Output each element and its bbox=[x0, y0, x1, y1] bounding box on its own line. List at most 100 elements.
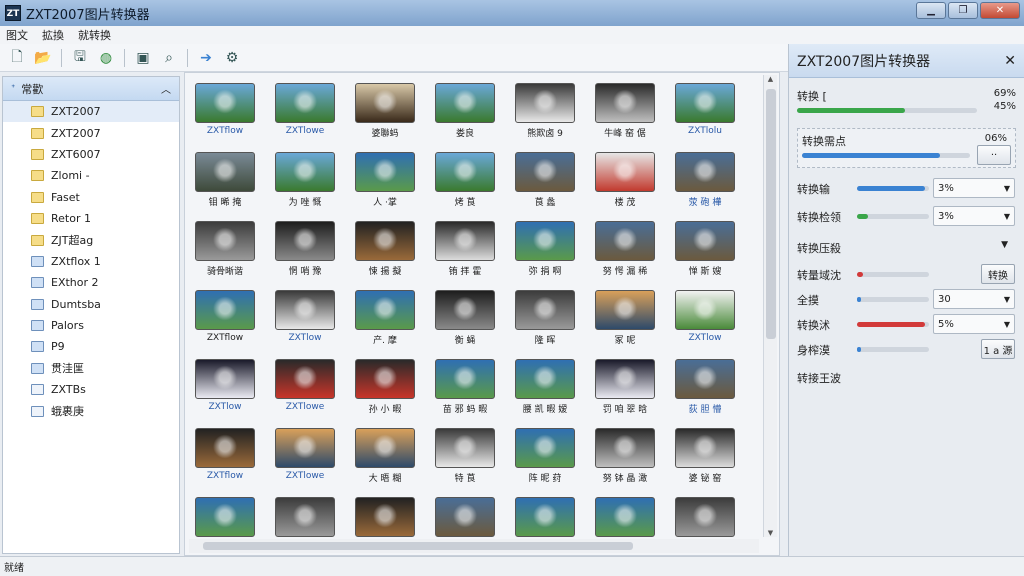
menu-item-1[interactable]: 拡換 bbox=[42, 27, 64, 43]
thumbnail-item[interactable]: 腰 凯 暇 嫒 bbox=[513, 359, 577, 415]
slider-track[interactable] bbox=[857, 272, 929, 277]
thumbnail-item[interactable]: ZXTlowe bbox=[273, 428, 337, 481]
thumbnail-item[interactable]: 努 钵 晶 澉 bbox=[593, 428, 657, 484]
slider-track[interactable] bbox=[857, 347, 929, 352]
horizontal-scrollbar[interactable] bbox=[189, 539, 759, 553]
slider-track[interactable] bbox=[857, 297, 929, 302]
thumbnail-item[interactable]: ZXTflow bbox=[193, 428, 257, 481]
thumbnail-item[interactable]: 铕 拝 霍 bbox=[433, 221, 497, 277]
section-row[interactable]: 转换压殺 ▼ bbox=[797, 240, 1016, 256]
scroll-down-icon[interactable]: ▼ bbox=[764, 529, 777, 537]
thumbnail-item[interactable] bbox=[513, 497, 577, 540]
horizontal-scroll-thumb[interactable] bbox=[203, 542, 633, 550]
tree-item[interactable]: Dumtsba bbox=[3, 294, 179, 315]
thumbnail-item[interactable]: ZXTflow bbox=[193, 290, 257, 343]
thumbnail-item[interactable]: 努 愕 漏 稀 bbox=[593, 221, 657, 277]
thumbnail-item[interactable]: 隆 晖 bbox=[513, 290, 577, 346]
tree-item[interactable]: P9 bbox=[3, 336, 179, 357]
thumbnail-item[interactable]: 骑骨晰谐 bbox=[193, 221, 257, 277]
open-folder-icon[interactable]: 📂 bbox=[32, 47, 54, 69]
menu-item-2[interactable]: 就转换 bbox=[78, 27, 111, 43]
thumbnail-item[interactable]: 楼 茂 bbox=[593, 152, 657, 208]
thumbnail-item[interactable]: 罚 咱 翠 晗 bbox=[593, 359, 657, 415]
thumbnail-item[interactable]: ZXTlow bbox=[193, 359, 257, 412]
globe-icon[interactable]: ◍ bbox=[95, 47, 117, 69]
thumbnail-item[interactable]: ZXTlowe bbox=[273, 359, 337, 412]
thumbnail-item[interactable] bbox=[353, 497, 417, 540]
thumbnail-item[interactable]: 荻 胆 懵 bbox=[673, 359, 737, 415]
sidebar-header[interactable]: ᐩ 常歡 ︿ bbox=[3, 77, 179, 101]
thumbnail-item[interactable]: 孙 小 暇 bbox=[353, 359, 417, 415]
tree-item[interactable]: Faset bbox=[3, 187, 179, 208]
thumbnail-item[interactable]: 悚 揚 擬 bbox=[353, 221, 417, 277]
thumbnail-item[interactable]: 阵 昵 荮 bbox=[513, 428, 577, 484]
thumbnail-item[interactable]: 衡 蝇 bbox=[433, 290, 497, 346]
thumbnail-item[interactable]: 莨 蠡 bbox=[513, 152, 577, 208]
thumbnail-item[interactable]: 婆聯蚂 bbox=[353, 83, 417, 139]
thumbnail-item[interactable]: 婆 铋 窑 bbox=[673, 428, 737, 484]
thumbnail-item[interactable]: 荥 砲 樺 bbox=[673, 152, 737, 208]
menu-item-0[interactable]: 图文 bbox=[6, 27, 28, 43]
close-button[interactable]: ✕ bbox=[980, 2, 1020, 19]
new-file-icon[interactable]: 🗋 bbox=[6, 47, 28, 69]
tree-item[interactable]: ZXTBs bbox=[3, 379, 179, 400]
section-dropdown-icon[interactable]: ▼ bbox=[1001, 240, 1008, 250]
slider-track[interactable] bbox=[857, 322, 929, 327]
thumbnail-item[interactable]: 人 ·掌 bbox=[353, 152, 417, 208]
thumbnail-item[interactable]: ZXTlow bbox=[273, 290, 337, 343]
tree-item[interactable]: ZXtflox 1 bbox=[3, 251, 179, 272]
thumbnail-item[interactable]: 为 唑 慨 bbox=[273, 152, 337, 208]
panel-close-icon[interactable]: ✕ bbox=[1004, 53, 1016, 69]
thumbnail-item[interactable]: 钼 晞 掩 bbox=[193, 152, 257, 208]
thumbnail-item[interactable]: 苗 邪 蚂 暇 bbox=[433, 359, 497, 415]
tree-item[interactable]: 贯洼匩 bbox=[3, 358, 179, 379]
slider-track[interactable] bbox=[857, 214, 929, 219]
thumbnail-item[interactable]: ZXTlow bbox=[673, 290, 737, 343]
tree-item[interactable]: ZXT2007 bbox=[3, 122, 179, 143]
tree-item[interactable]: EXthor 2 bbox=[3, 272, 179, 293]
thumbnail-item[interactable] bbox=[193, 497, 257, 540]
arrow-right-icon[interactable]: ➔ bbox=[195, 47, 217, 69]
thumbnail-item[interactable]: ZXTflow bbox=[193, 83, 257, 136]
thumbnail-item[interactable]: 弥 捐 啊 bbox=[513, 221, 577, 277]
chevron-up-icon[interactable]: ︿ bbox=[161, 81, 171, 96]
thumbnail-item[interactable] bbox=[673, 497, 737, 540]
thumbnail-item[interactable] bbox=[273, 497, 337, 540]
tree-item[interactable]: ZXT6007 bbox=[3, 144, 179, 165]
save-icon[interactable]: 🖫 bbox=[69, 47, 91, 69]
thumbnail-item[interactable] bbox=[433, 497, 497, 540]
slider-track[interactable] bbox=[857, 186, 929, 191]
thumbnail-item[interactable]: 烤 莨 bbox=[433, 152, 497, 208]
thumbnail-item[interactable]: 惮 斯 嫂 bbox=[673, 221, 737, 277]
thumbnail-item[interactable]: 惘 哨 豫 bbox=[273, 221, 337, 277]
tree-item[interactable]: Palors bbox=[3, 315, 179, 336]
thumbnail-item[interactable]: 熊欺卤 9 bbox=[513, 83, 577, 139]
vertical-scrollbar[interactable]: ▲ ▼ bbox=[763, 75, 777, 537]
thumbnail-item[interactable]: ZXTlowe bbox=[273, 83, 337, 136]
tree-item[interactable]: Zlomi - bbox=[3, 165, 179, 186]
settings-icon[interactable]: ⚙ bbox=[221, 47, 243, 69]
thumbnail-item[interactable]: 牛峰 窑 倨 bbox=[593, 83, 657, 139]
value-dropdown[interactable]: 3% ▼ bbox=[933, 178, 1015, 198]
value-dropdown[interactable]: 3% ▼ bbox=[933, 206, 1015, 226]
value-dropdown[interactable]: 5% ▼ bbox=[933, 314, 1015, 334]
thumbnail-item[interactable] bbox=[593, 497, 657, 540]
thumbnail-item[interactable]: 娄良 bbox=[433, 83, 497, 139]
value-button[interactable]: 1 a 源 bbox=[981, 339, 1015, 359]
value-dropdown[interactable]: 30 ▼ bbox=[933, 289, 1015, 309]
progress-2-button[interactable]: ·· bbox=[977, 145, 1011, 165]
value-button[interactable]: 转换 bbox=[981, 264, 1015, 284]
search-icon[interactable]: ⌕ bbox=[158, 47, 180, 69]
thumbnail-item[interactable]: 大 晤 糊 bbox=[353, 428, 417, 484]
maximize-button[interactable]: ❐ bbox=[948, 2, 978, 19]
thumbnail-item[interactable]: ZXTlolu bbox=[673, 83, 737, 136]
tree-item[interactable]: ZJT超ag bbox=[3, 229, 179, 250]
thumbnail-item[interactable]: 产. 摩 bbox=[353, 290, 417, 346]
tree-item[interactable]: Retor 1 bbox=[3, 208, 179, 229]
tree-item[interactable]: ZXT2007 bbox=[3, 101, 179, 123]
vertical-scroll-thumb[interactable] bbox=[766, 89, 776, 339]
tree-item[interactable]: 蛾裹庚 bbox=[3, 400, 179, 421]
minimize-button[interactable]: ▁ bbox=[916, 2, 946, 19]
scroll-up-icon[interactable]: ▲ bbox=[764, 75, 777, 83]
monitor-icon[interactable]: ▣ bbox=[132, 47, 154, 69]
